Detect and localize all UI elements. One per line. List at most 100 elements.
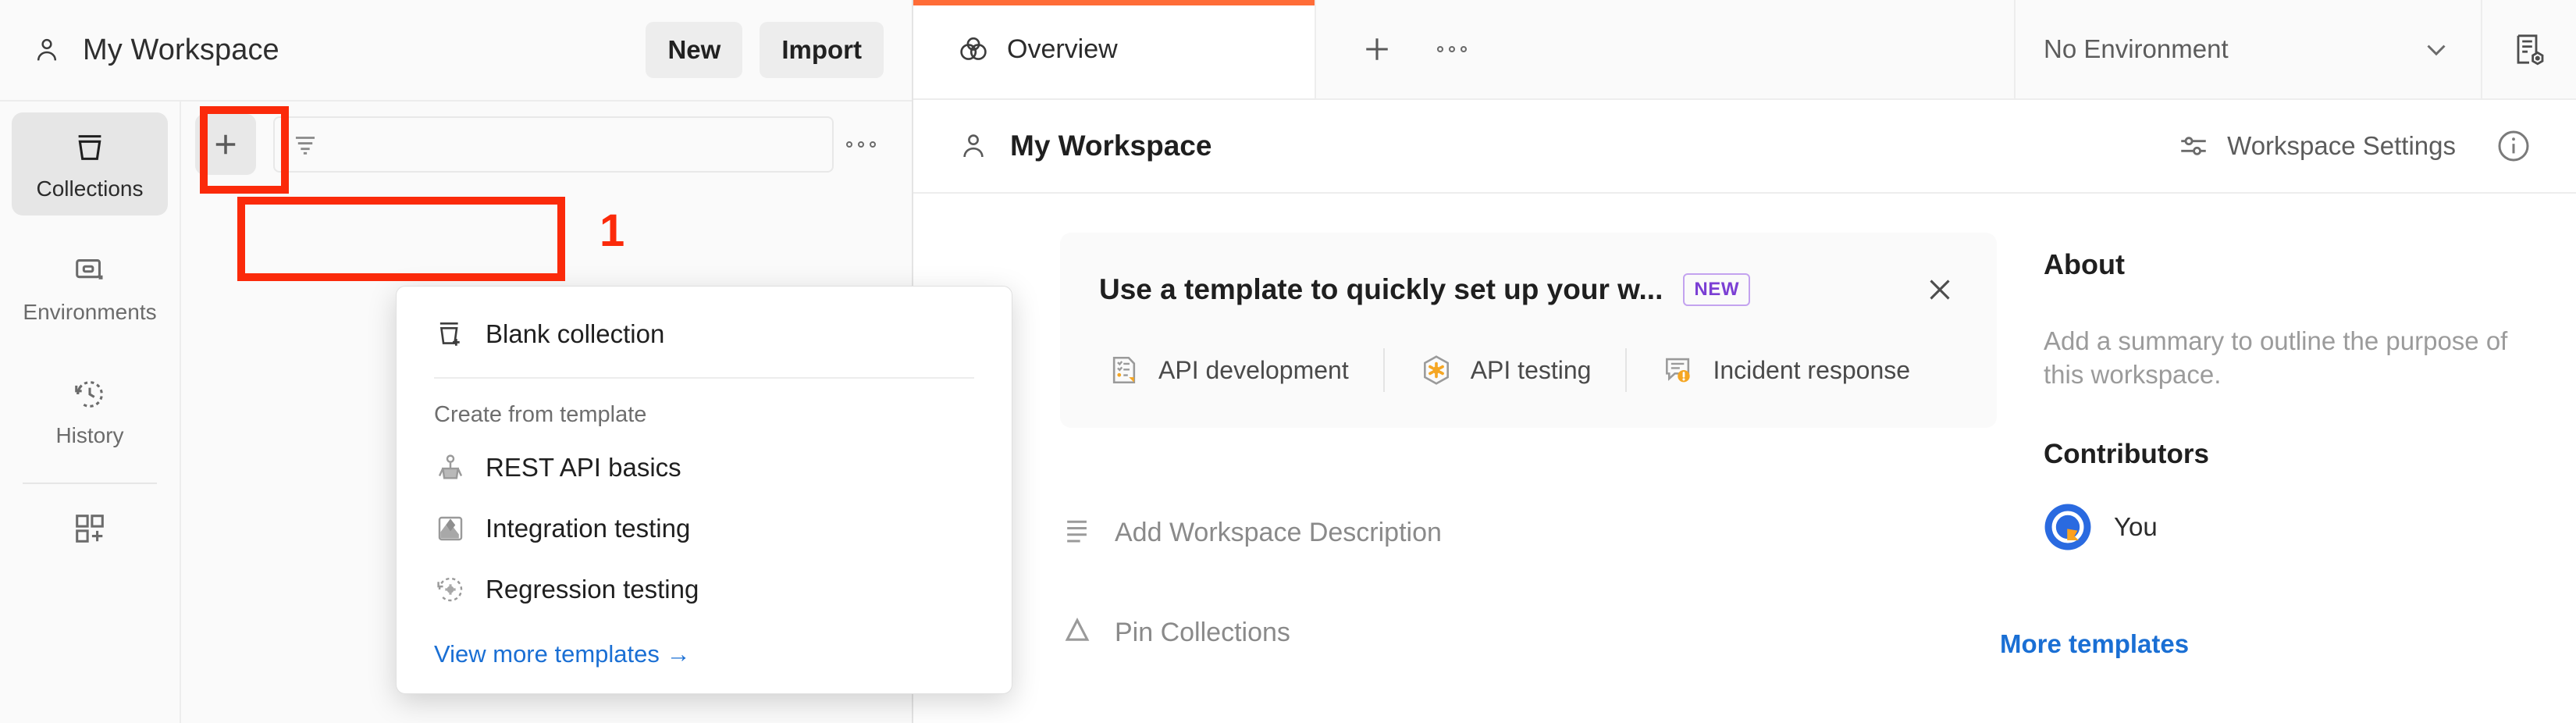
environments-icon — [72, 253, 108, 289]
environment-value: No Environment — [2044, 34, 2420, 64]
sliders-icon — [2177, 130, 2210, 162]
page-title: My Workspace — [1010, 130, 1212, 162]
contributors-title: Contributors — [2044, 439, 2529, 470]
incident-response-icon — [1661, 353, 1695, 387]
history-icon — [72, 376, 108, 412]
add-workspace-description-label: Add Workspace Description — [1115, 518, 1442, 548]
api-development-icon — [1107, 353, 1141, 387]
environment-selector[interactable]: No Environment — [2014, 0, 2482, 98]
collections-icon — [72, 130, 108, 166]
template-banner-header: Use a template to quickly set up your w.… — [1099, 272, 1958, 308]
about-summary[interactable]: Add a summary to outline the purpose of … — [2044, 325, 2529, 392]
workspace-settings-label: Workspace Settings — [2227, 131, 2456, 161]
new-badge: NEW — [1683, 273, 1750, 306]
new-grid-button[interactable] — [12, 511, 168, 547]
menu-item-integration-testing-label: Integration testing — [486, 514, 690, 543]
pin-collections-button[interactable]: Pin Collections — [1060, 615, 1290, 650]
template-chip-row: API development API testing — [1099, 348, 1958, 392]
tab-overview[interactable]: Overview — [913, 0, 1316, 98]
menu-item-regression-testing[interactable]: Regression testing — [397, 559, 1012, 620]
chip-api-testing-label: API testing — [1471, 356, 1592, 385]
menu-item-blank-collection[interactable]: Blank collection — [397, 304, 1012, 365]
menu-item-blank-collection-label: Blank collection — [486, 319, 664, 349]
pin-icon — [1060, 615, 1094, 650]
left-body: Collections Environments — [0, 102, 912, 723]
contributor-row[interactable]: You — [2044, 503, 2529, 551]
chip-incident-response[interactable]: Incident response — [1627, 348, 1944, 392]
rail-divider — [23, 483, 157, 484]
add-workspace-description-button[interactable]: Add Workspace Description — [1060, 515, 1442, 550]
about-panel: About Add a summary to outline the purpo… — [1998, 248, 2576, 551]
overview-icon — [957, 33, 990, 66]
tab-actions — [1316, 0, 1513, 98]
chip-api-testing[interactable]: API testing — [1385, 348, 1628, 392]
more-horizontal-icon — [1434, 43, 1470, 55]
blank-collection-icon — [434, 318, 467, 351]
collections-toolbar — [181, 102, 912, 187]
sidebar-item-environments-label: Environments — [23, 300, 156, 325]
search-input[interactable] — [331, 131, 815, 158]
environment-quick-look-icon — [2510, 30, 2548, 68]
rest-api-basics-icon — [434, 451, 467, 484]
plus-icon — [209, 128, 242, 161]
tab-bar: Overview — [913, 0, 2576, 100]
integration-testing-icon — [434, 512, 467, 545]
pin-collections-label: Pin Collections — [1115, 618, 1290, 648]
api-testing-icon — [1419, 353, 1453, 387]
collections-sidebar: Blank collection Create from template — [181, 102, 912, 723]
template-banner: Use a template to quickly set up your w.… — [1060, 233, 1997, 428]
sidebar-item-environments[interactable]: Environments — [12, 236, 168, 339]
left-panel: My Workspace New Import Collections — [0, 0, 913, 723]
info-circle-icon — [2495, 127, 2532, 165]
workspace-info-button[interactable] — [2495, 127, 2532, 165]
new-button[interactable]: New — [646, 22, 742, 78]
create-new-dropdown: Blank collection Create from template — [396, 286, 1012, 694]
regression-testing-icon — [434, 573, 467, 606]
person-icon — [957, 130, 990, 162]
view-more-templates-link[interactable]: View more templates → — [397, 620, 1012, 675]
new-tab-button[interactable] — [1340, 0, 1414, 98]
tab-more-button[interactable] — [1414, 0, 1489, 98]
sidebar-item-collections-label: Collections — [37, 176, 144, 201]
template-banner-title: Use a template to quickly set up your w.… — [1099, 273, 1663, 306]
search-box[interactable] — [273, 116, 834, 173]
workspace-header: My Workspace New Import — [0, 0, 912, 102]
chip-api-development[interactable]: API development — [1099, 348, 1385, 392]
workspace-bar: My Workspace Workspace Settings — [913, 100, 2576, 194]
plus-icon — [1360, 32, 1394, 66]
tab-overview-label: Overview — [1007, 34, 1118, 65]
workspace-name: My Workspace — [83, 34, 279, 67]
chevron-down-icon — [2420, 33, 2453, 66]
right-panel: Overview — [913, 0, 2576, 723]
more-templates-link[interactable]: More templates — [2000, 629, 2189, 659]
more-horizontal-icon — [844, 138, 878, 151]
workspace-identity[interactable]: My Workspace — [31, 34, 628, 67]
environment-quick-look-button[interactable] — [2482, 0, 2576, 98]
dropdown-section-title: Create from template — [397, 391, 1012, 437]
import-button[interactable]: Import — [760, 22, 884, 78]
activity-rail: Collections Environments — [0, 102, 181, 723]
workspace-title-group[interactable]: My Workspace — [957, 130, 2177, 162]
menu-item-rest-api-basics[interactable]: REST API basics — [397, 437, 1012, 498]
annotation-number-1: 1 — [600, 205, 624, 257]
menu-item-regression-testing-label: Regression testing — [486, 575, 699, 604]
chip-incident-response-label: Incident response — [1713, 356, 1910, 385]
contributor-name: You — [2114, 512, 2158, 542]
workspace-settings-button[interactable]: Workspace Settings — [2177, 130, 2456, 162]
sidebar-item-collections[interactable]: Collections — [12, 112, 168, 215]
sidebar-item-history[interactable]: History — [12, 359, 168, 462]
workspace-content: About Add a summary to outline the purpo… — [913, 194, 2576, 721]
create-new-button[interactable] — [195, 114, 256, 175]
close-banner-button[interactable] — [1922, 272, 1958, 308]
about-title: About — [2044, 248, 2529, 281]
menu-item-rest-api-basics-label: REST API basics — [486, 453, 681, 483]
tab-bar-spacer — [1513, 0, 2014, 98]
person-icon — [31, 34, 62, 66]
chip-api-development-label: API development — [1158, 356, 1349, 385]
close-icon — [1922, 272, 1958, 308]
postman-avatar — [2044, 503, 2092, 551]
postman-app-window: My Workspace New Import Collections — [0, 0, 2576, 723]
collections-more-button[interactable] — [834, 138, 888, 151]
filter-icon[interactable] — [292, 131, 318, 158]
menu-item-integration-testing[interactable]: Integration testing — [397, 498, 1012, 559]
